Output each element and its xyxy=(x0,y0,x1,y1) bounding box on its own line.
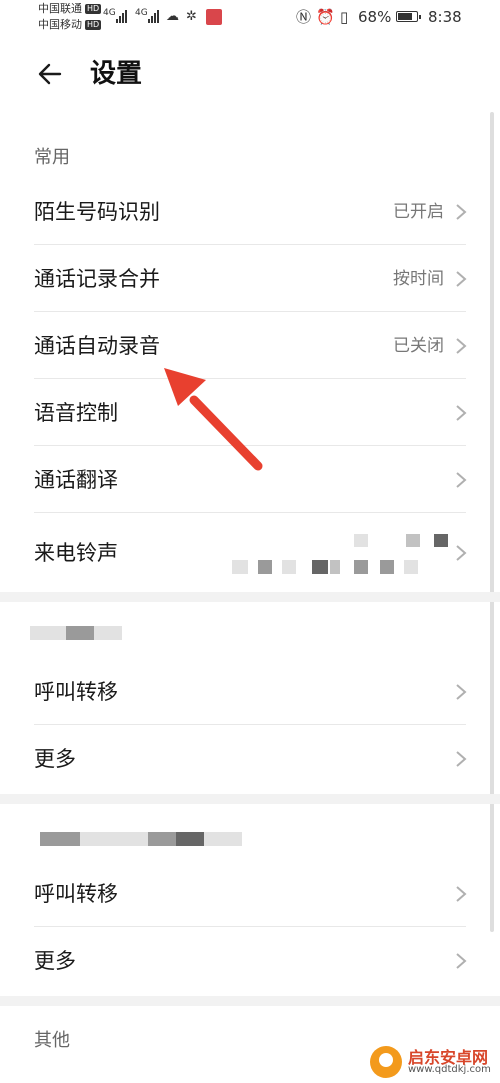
network-type-2: 4G xyxy=(135,8,148,18)
back-arrow-icon[interactable] xyxy=(36,60,64,88)
redacted-section-label xyxy=(40,832,80,846)
app-notification-icon xyxy=(206,9,222,25)
redacted-block xyxy=(258,560,272,574)
row-label: 呼叫转移 xyxy=(34,680,118,704)
chevron-right-icon xyxy=(456,751,467,767)
section-gap xyxy=(0,794,500,804)
redacted-block xyxy=(406,534,420,547)
chevron-right-icon xyxy=(456,886,467,902)
section-gap xyxy=(0,996,500,1006)
redacted-section-label xyxy=(66,626,94,640)
row-more-sim2[interactable]: 更多 xyxy=(0,928,500,994)
redacted-section-label xyxy=(176,832,204,846)
redacted-section-label xyxy=(94,626,122,640)
divider xyxy=(34,244,466,245)
chevron-right-icon xyxy=(456,684,467,700)
redacted-block xyxy=(282,560,296,574)
battery-fill xyxy=(398,13,412,20)
row-label: 语音控制 xyxy=(34,401,118,425)
gear-icon: ✲ xyxy=(186,9,197,24)
chevron-right-icon xyxy=(456,338,467,354)
divider xyxy=(34,378,466,379)
row-label: 更多 xyxy=(34,949,76,973)
chevron-right-icon xyxy=(456,472,467,488)
row-label: 通话记录合并 xyxy=(34,267,160,291)
divider xyxy=(34,926,466,927)
row-auto-call-recording[interactable]: 通话自动录音 已关闭 xyxy=(0,313,500,379)
row-voice-control[interactable]: 语音控制 xyxy=(0,380,500,446)
divider xyxy=(34,311,466,312)
row-call-translation[interactable]: 通话翻译 xyxy=(0,447,500,513)
redacted-section-label xyxy=(204,832,242,846)
row-value: 按时间 xyxy=(393,269,444,289)
alarm-icon: ⏰ xyxy=(316,8,335,26)
section-label-other: 其他 xyxy=(34,1030,70,1051)
divider xyxy=(34,724,466,725)
row-unknown-number-identification[interactable]: 陌生号码识别 已开启 xyxy=(0,179,500,245)
redacted-block xyxy=(232,560,248,574)
redacted-block xyxy=(354,534,368,547)
redacted-block xyxy=(330,560,340,574)
watermark-logo-icon xyxy=(370,1046,402,1078)
divider xyxy=(34,512,466,513)
chevron-right-icon xyxy=(456,953,467,969)
nfc-icon: Ⓝ xyxy=(296,8,312,26)
redacted-section-label xyxy=(148,832,176,846)
battery-icon xyxy=(396,11,421,22)
row-label: 通话自动录音 xyxy=(34,334,160,358)
row-call-log-merge[interactable]: 通话记录合并 按时间 xyxy=(0,246,500,312)
chevron-right-icon xyxy=(456,545,467,561)
watermark: 启东安卓网 www.qdtdkj.com xyxy=(370,1040,500,1083)
clock: 8:38 xyxy=(428,8,462,26)
status-bar: 中国联通 HD 中国移动 HD 4G 4G ☁ ✲ Ⓝ ⏰ ▯ 68% 8:38 xyxy=(0,0,500,36)
network-type-1: 4G xyxy=(103,8,116,18)
app-header: 设置 xyxy=(0,46,500,102)
signal-icon xyxy=(148,9,162,23)
row-label: 来电铃声 xyxy=(34,541,118,565)
redacted-block xyxy=(434,534,448,547)
hd-badge: HD xyxy=(85,4,102,14)
row-more-sim1[interactable]: 更多 xyxy=(0,726,500,792)
vibrate-icon: ▯ xyxy=(340,8,349,26)
redacted-section-label xyxy=(80,832,120,846)
chevron-right-icon xyxy=(456,405,467,421)
redacted-block xyxy=(354,560,368,574)
redacted-section-label xyxy=(30,626,66,640)
section-gap xyxy=(0,592,500,602)
cloud-icon: ☁ xyxy=(166,9,179,24)
page-title: 设置 xyxy=(90,59,143,89)
row-label: 呼叫转移 xyxy=(34,882,118,906)
redacted-block xyxy=(404,560,418,574)
chevron-right-icon xyxy=(456,271,467,287)
row-call-forwarding-sim1[interactable]: 呼叫转移 xyxy=(0,659,500,725)
redacted-block xyxy=(312,560,328,574)
row-call-forwarding-sim2[interactable]: 呼叫转移 xyxy=(0,861,500,927)
divider xyxy=(34,445,466,446)
battery-percent: 68% xyxy=(358,8,392,26)
row-ringtone[interactable]: 来电铃声 xyxy=(0,514,500,592)
row-value: 已关闭 xyxy=(393,336,444,356)
carrier-2: 中国移动 HD xyxy=(38,18,102,31)
redacted-block xyxy=(380,560,394,574)
carrier-1: 中国联通 HD xyxy=(38,2,102,15)
row-label: 通话翻译 xyxy=(34,468,118,492)
watermark-url: www.qdtdkj.com xyxy=(408,1064,491,1075)
hd-badge: HD xyxy=(85,20,102,30)
row-label: 更多 xyxy=(34,747,76,771)
signal-icon xyxy=(116,9,130,23)
row-label: 陌生号码识别 xyxy=(34,200,160,224)
chevron-right-icon xyxy=(456,204,467,220)
redacted-section-label xyxy=(120,832,148,846)
section-label-common: 常用 xyxy=(34,147,70,168)
row-value: 已开启 xyxy=(393,202,444,222)
